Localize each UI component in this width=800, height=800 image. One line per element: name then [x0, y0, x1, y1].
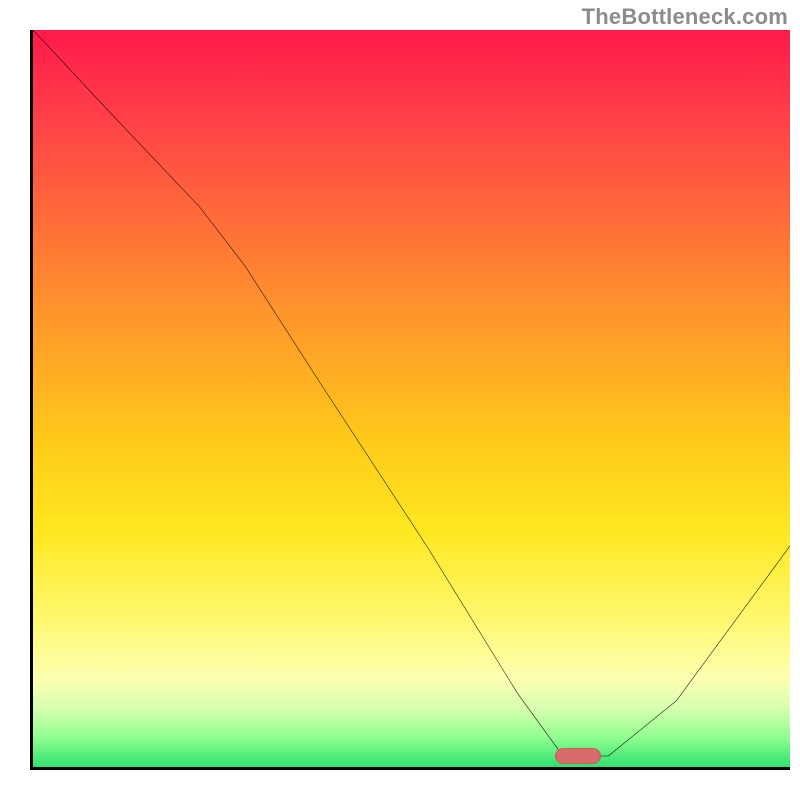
watermark-text: TheBottleneck.com — [582, 4, 788, 30]
bottleneck-curve-path — [33, 30, 790, 756]
chart-plot-area — [30, 30, 790, 770]
optimum-marker — [555, 748, 601, 764]
chart-curve-svg — [33, 30, 790, 767]
